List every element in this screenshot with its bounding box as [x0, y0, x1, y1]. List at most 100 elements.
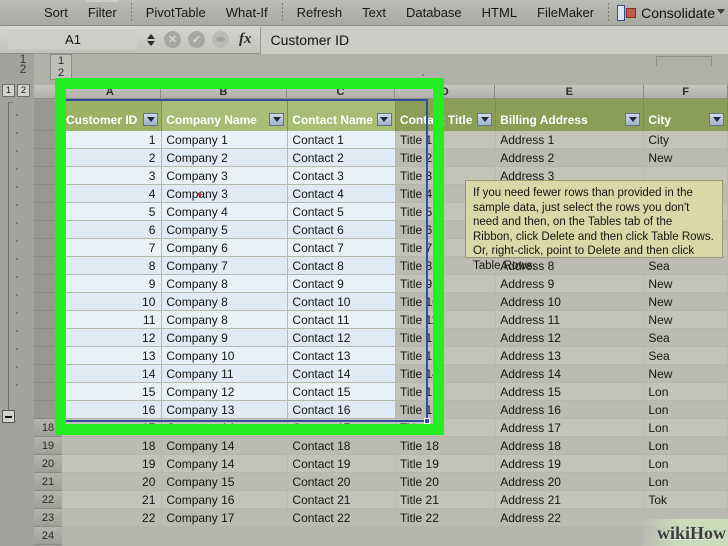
filter-dropdown-icon[interactable]	[143, 113, 158, 126]
column-header-b[interactable]: B	[161, 85, 288, 99]
table-header-contact-title[interactable]: Contact Title	[396, 99, 496, 131]
cell-city-10[interactable]: New	[644, 293, 728, 311]
function-history-icon[interactable]	[212, 31, 229, 48]
row-header-17[interactable]: .	[34, 401, 62, 419]
cell-contact-6[interactable]: Contact 6	[288, 221, 396, 239]
cell-address-11[interactable]: Address 11	[496, 311, 644, 329]
cell-address-10[interactable]: Address 10	[496, 293, 644, 311]
cell-contact-16[interactable]: Contact 16	[288, 401, 396, 419]
cell-address-2[interactable]: Address 2	[496, 149, 644, 167]
toolbar-consolidate[interactable]: Consolidate	[613, 4, 715, 22]
cell-title-14[interactable]: Title 14	[396, 365, 496, 383]
cell-contact-18[interactable]: Contact 18	[288, 437, 396, 455]
cell-city-19[interactable]: Lon	[644, 455, 728, 473]
outline-level-1-button[interactable]: 1	[2, 84, 15, 97]
cell-company-3[interactable]: Company 3	[162, 167, 288, 185]
row-header-12[interactable]: .	[34, 311, 62, 329]
cell-contact-1[interactable]: Contact 1	[288, 131, 396, 149]
row-header-3[interactable]: .	[34, 149, 62, 167]
cell-city-20[interactable]: Lon	[644, 473, 728, 491]
cell-contact-4[interactable]: Contact 4	[288, 185, 396, 203]
toolbar-html[interactable]: HTML	[472, 0, 527, 26]
cell-city-14[interactable]: New	[644, 365, 728, 383]
row-header-16[interactable]: .	[34, 383, 62, 401]
cell-id-6[interactable]: 6	[62, 221, 162, 239]
name-box[interactable]: A1	[8, 30, 138, 49]
toolbar-filemaker[interactable]: FileMaker	[527, 0, 604, 26]
cell-address-16[interactable]: Address 16	[496, 401, 644, 419]
cell-address-1[interactable]: Address 1	[496, 131, 644, 149]
row-header-19[interactable]: 19	[34, 437, 62, 455]
cell-address-14[interactable]: Address 14	[496, 365, 644, 383]
cancel-formula-icon[interactable]: ✕	[164, 31, 181, 48]
row-header-10[interactable]: .	[34, 275, 62, 293]
cell-id-7[interactable]: 7	[62, 239, 162, 257]
cell-id-9[interactable]: 9	[62, 275, 162, 293]
cell-company-11[interactable]: Company 8	[162, 311, 288, 329]
cell-title-2[interactable]: Title 2	[396, 149, 496, 167]
cell-company-20[interactable]: Company 15	[162, 473, 288, 491]
cell-city-21[interactable]: Tok	[644, 491, 728, 509]
cell-company-17[interactable]: Company 14	[162, 419, 288, 437]
toolbar-overflow-chevron-icon[interactable]	[717, 9, 725, 14]
table-header-customer-id[interactable]: Customer ID	[62, 99, 162, 131]
row-header-7[interactable]: .	[34, 221, 62, 239]
cell-contact-15[interactable]: Contact 15	[288, 383, 396, 401]
toolbar-sort[interactable]: Sort	[0, 0, 78, 26]
toolbar-refresh[interactable]: Refresh	[287, 0, 353, 26]
row-header-20[interactable]: 20	[34, 455, 62, 473]
row-header-2[interactable]: .	[34, 131, 62, 149]
cell-company-19[interactable]: Company 14	[162, 455, 288, 473]
table-header-company-name[interactable]: Company Name	[162, 99, 288, 131]
cell-contact-3[interactable]: Contact 3	[288, 167, 396, 185]
toolbar-pivottable[interactable]: PivotTable	[136, 0, 216, 26]
cell-city-17[interactable]: Lon	[644, 419, 728, 437]
cell-company-1[interactable]: Company 1	[162, 131, 288, 149]
cell-contact-5[interactable]: Contact 5	[288, 203, 396, 221]
column-header-c[interactable]: C	[287, 85, 395, 99]
cell-company-9[interactable]: Company 8	[162, 275, 288, 293]
cell-contact-19[interactable]: Contact 19	[288, 455, 396, 473]
table-header-billing-address[interactable]: Billing Address	[496, 99, 644, 131]
row-header-5[interactable]: .	[34, 185, 62, 203]
cell-contact-21[interactable]: Contact 21	[288, 491, 396, 509]
cell-title-17[interactable]: Title 17	[396, 419, 496, 437]
cell-company-21[interactable]: Company 16	[162, 491, 288, 509]
cell-title-21[interactable]: Title 21	[396, 491, 496, 509]
toolbar-whatif[interactable]: What-If	[216, 0, 278, 26]
cell-contact-22[interactable]: Contact 22	[288, 509, 396, 527]
row-header-24[interactable]: 24	[34, 527, 62, 545]
cell-id-21[interactable]: 21	[62, 491, 162, 509]
cell-title-12[interactable]: Title 12	[396, 329, 496, 347]
cell-company-22[interactable]: Company 17	[162, 509, 288, 527]
cell-contact-9[interactable]: Contact 9	[288, 275, 396, 293]
cell-city-16[interactable]: Lon	[644, 401, 728, 419]
cell-title-16[interactable]: Title 16	[396, 401, 496, 419]
cell-title-15[interactable]: Title 15	[396, 383, 496, 401]
cell-id-8[interactable]: 8	[62, 257, 162, 275]
outline-collapse-button[interactable]	[2, 410, 15, 423]
filter-dropdown-icon[interactable]	[377, 113, 392, 126]
cell-company-2[interactable]: Company 2	[162, 149, 288, 167]
row-header-18[interactable]: 18	[34, 419, 62, 437]
cell-title-22[interactable]: Title 22	[396, 509, 496, 527]
cell-address-15[interactable]: Address 15	[496, 383, 644, 401]
cell-title-19[interactable]: Title 19	[396, 455, 496, 473]
row-header-11[interactable]: .	[34, 293, 62, 311]
column-header-e[interactable]: E	[495, 85, 644, 99]
cell-company-18[interactable]: Company 14	[162, 437, 288, 455]
cell-title-20[interactable]: Title 20	[396, 473, 496, 491]
cell-title-9[interactable]: Title 9	[396, 275, 496, 293]
row-header-9[interactable]: .	[34, 257, 62, 275]
row-header-21[interactable]: 21	[34, 473, 62, 491]
cell-title-10[interactable]: Title 10	[396, 293, 496, 311]
cell-id-19[interactable]: 19	[62, 455, 162, 473]
cell-id-4[interactable]: 4	[62, 185, 162, 203]
row-header-22[interactable]: 22	[34, 491, 62, 509]
toolbar-filter[interactable]: Filter	[78, 0, 127, 26]
toolbar-database[interactable]: Database	[396, 0, 472, 26]
filter-dropdown-icon[interactable]	[477, 113, 492, 126]
filter-dropdown-icon[interactable]	[269, 113, 284, 126]
select-all-corner[interactable]	[34, 85, 60, 99]
cell-id-14[interactable]: 14	[62, 365, 162, 383]
